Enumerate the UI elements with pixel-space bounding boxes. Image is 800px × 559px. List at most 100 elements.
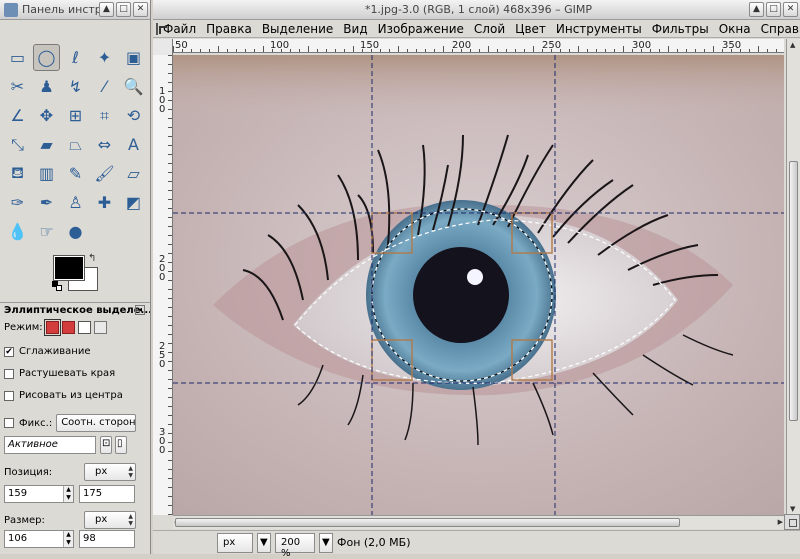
- scroll-down-icon[interactable]: ▼: [790, 505, 795, 513]
- move-icon[interactable]: ✥: [33, 102, 60, 129]
- vertical-scrollbar[interactable]: ▲ ▼: [786, 39, 800, 515]
- tool-options-menu-icon[interactable]: ◂: [135, 305, 145, 315]
- position-x-input[interactable]: 159 ▲ ▼: [4, 485, 74, 503]
- perspective-icon[interactable]: ⏢: [62, 131, 89, 158]
- navigate-icon[interactable]: [784, 514, 800, 530]
- perspective-clone-icon[interactable]: ◩: [120, 189, 147, 216]
- close-button[interactable]: ✕: [133, 2, 148, 17]
- eraser-icon[interactable]: ▱: [120, 160, 147, 187]
- menu-item-9[interactable]: Окна: [719, 22, 751, 36]
- vertical-scroll-thumb[interactable]: [789, 161, 798, 421]
- size-h-input[interactable]: 98: [79, 530, 135, 548]
- shear-icon[interactable]: ▰: [33, 131, 60, 158]
- text-icon[interactable]: A: [120, 131, 147, 158]
- paths-icon[interactable]: ↯: [62, 73, 89, 100]
- menu-item-7[interactable]: Инструменты: [556, 22, 642, 36]
- color-select-icon[interactable]: ▣: [120, 44, 147, 71]
- dodge-burn-icon[interactable]: ●: [62, 218, 89, 245]
- foreground-color-swatch[interactable]: [53, 255, 85, 281]
- from-center-row[interactable]: Рисовать из центра: [4, 390, 123, 401]
- measure-icon[interactable]: ∠: [4, 102, 31, 129]
- position-x-spin[interactable]: ▲ ▼: [63, 486, 73, 502]
- scale-icon[interactable]: ⤡: [4, 131, 31, 158]
- bucket-fill-icon[interactable]: ⛾: [4, 160, 31, 187]
- statusbar: px ▼ 200 % ▼ Фон (2,0 МБ): [153, 530, 800, 559]
- position-y-input[interactable]: 175: [79, 485, 135, 503]
- fuzzy-select-icon[interactable]: ✦: [91, 44, 118, 71]
- fixed-lock-icon[interactable]: ⊡: [100, 436, 112, 454]
- blend-icon[interactable]: ▥: [33, 160, 60, 187]
- maximize-button[interactable]: □: [116, 2, 131, 17]
- fixed-checkbox[interactable]: [4, 418, 14, 428]
- image-canvas[interactable]: [173, 55, 784, 515]
- antialias-label: Сглаживание: [19, 346, 91, 357]
- flip-icon[interactable]: ⇔: [91, 131, 118, 158]
- horizontal-scrollbar[interactable]: ◀ ▶: [173, 515, 784, 529]
- menu-item-6[interactable]: Цвет: [515, 22, 546, 36]
- antialias-checkbox[interactable]: ✔: [4, 346, 14, 357]
- menu-item-3[interactable]: Вид: [343, 22, 367, 36]
- antialias-row[interactable]: ✔ Сглаживание: [4, 346, 90, 357]
- unit-dropdown-icon[interactable]: ▼: [257, 532, 271, 553]
- mode-replace-icon[interactable]: [43, 319, 61, 336]
- blur-icon[interactable]: 💧: [4, 218, 31, 245]
- horizontal-scroll-thumb[interactable]: [175, 518, 680, 527]
- menu-item-0[interactable]: Файл: [163, 22, 196, 36]
- image-close-button[interactable]: ✕: [783, 2, 798, 17]
- zoom-icon[interactable]: 🔍: [120, 73, 147, 100]
- size-w-input[interactable]: 106 ▲ ▼: [4, 530, 74, 548]
- vruler-tick: [168, 145, 172, 146]
- rect-select-icon[interactable]: ▭: [4, 44, 31, 71]
- align-icon[interactable]: ⊞: [62, 102, 89, 129]
- lasso-select-icon[interactable]: ℓ: [62, 44, 89, 71]
- default-colors-icon[interactable]: [52, 281, 62, 291]
- airbrush-icon[interactable]: ✑: [4, 189, 31, 216]
- fixed-combo[interactable]: Соотн. сторон: [56, 414, 137, 432]
- rotate-icon[interactable]: ⟲: [120, 102, 147, 129]
- foreground-select-icon[interactable]: ♟: [33, 73, 60, 100]
- mode-add-icon[interactable]: [61, 321, 75, 334]
- menu-item-10[interactable]: Справка: [761, 22, 800, 36]
- menu-item-4[interactable]: Изображение: [378, 22, 464, 36]
- menu-item-1[interactable]: Правка: [206, 22, 252, 36]
- zoom-combo[interactable]: 200 %: [275, 532, 315, 559]
- scroll-right-icon[interactable]: ▶: [778, 518, 783, 526]
- zoom-dropdown-icon[interactable]: ▼: [319, 532, 333, 553]
- fixed-portrait-icon[interactable]: ▯: [115, 436, 127, 454]
- mode-intersect-icon[interactable]: [93, 321, 107, 334]
- smudge-icon[interactable]: ☞: [33, 218, 60, 245]
- vertical-ruler[interactable]: 100 200 250 300: [153, 55, 173, 515]
- from-center-checkbox[interactable]: [4, 390, 14, 401]
- scroll-up-icon[interactable]: ▲: [790, 41, 795, 49]
- minimize-button[interactable]: ▲: [99, 2, 114, 17]
- menu-item-8[interactable]: Фильтры: [652, 22, 709, 36]
- feather-checkbox[interactable]: [4, 368, 14, 379]
- image-minimize-button[interactable]: ▲: [749, 2, 764, 17]
- fixed-value-entry[interactable]: Активное: [4, 436, 96, 454]
- size-w-spin[interactable]: ▲ ▼: [63, 531, 73, 547]
- feather-row[interactable]: Растушевать края: [4, 368, 115, 379]
- vruler-tick: [168, 289, 172, 290]
- hruler-tick: [317, 49, 318, 52]
- image-menu-icon[interactable]: [156, 22, 167, 35]
- ink-icon[interactable]: ✒: [33, 189, 60, 216]
- mode-subtract-icon[interactable]: [77, 321, 91, 334]
- menu-item-5[interactable]: Слой: [474, 22, 505, 36]
- hruler-tick: [677, 49, 678, 52]
- position-unit-combo[interactable]: px ▲ ▼: [84, 463, 136, 481]
- pencil-icon[interactable]: ✎: [62, 160, 89, 187]
- menu-item-2[interactable]: Выделение: [262, 22, 333, 36]
- ellipse-select-icon[interactable]: ◯: [33, 44, 60, 71]
- heal-icon[interactable]: ✚: [91, 189, 118, 216]
- vruler-tick: [168, 172, 172, 173]
- size-unit-combo[interactable]: px ▲ ▼: [84, 511, 136, 529]
- horizontal-ruler[interactable]: 50 100 150 200 250 300 350: [173, 39, 784, 53]
- color-picker-icon[interactable]: ⁄: [91, 73, 118, 100]
- clone-icon[interactable]: ♙: [62, 189, 89, 216]
- crop-icon[interactable]: ⌗: [91, 102, 118, 129]
- scissors-icon[interactable]: ✂: [4, 73, 31, 100]
- unit-combo[interactable]: px: [217, 532, 253, 553]
- paintbrush-icon[interactable]: 🖌: [91, 160, 118, 187]
- image-maximize-button[interactable]: □: [766, 2, 781, 17]
- swap-colors-icon[interactable]: ↰: [88, 253, 96, 264]
